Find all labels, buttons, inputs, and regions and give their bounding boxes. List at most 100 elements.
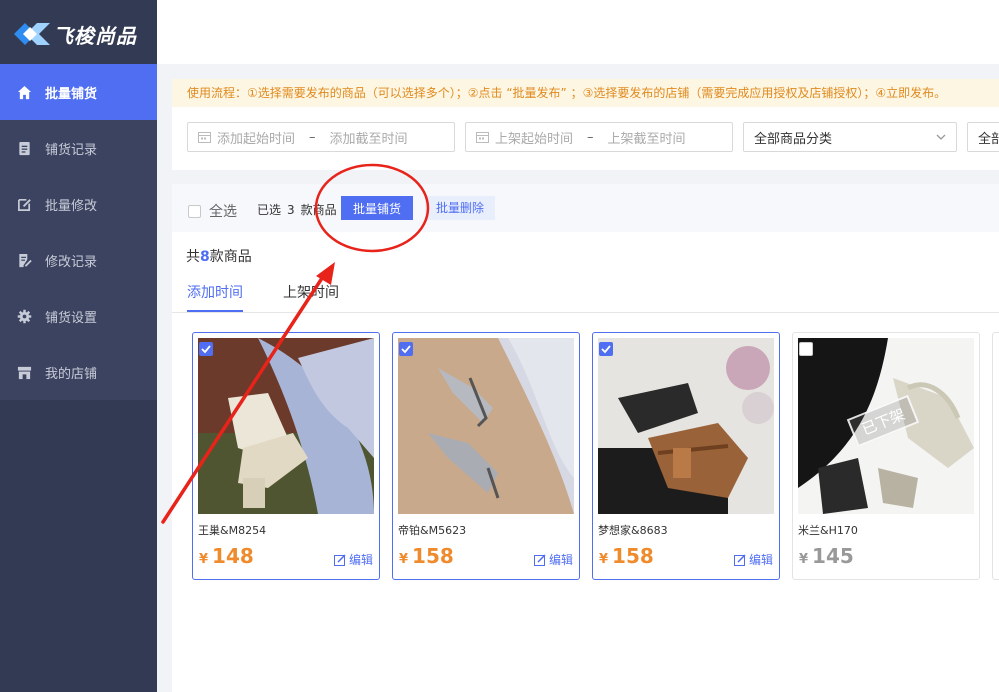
product-list-panel: 全选 已选 3 款商品 批量铺货 批量删除 共8款商品 添加时间 上架时间 王巢… [172,184,999,692]
sidebar-item-label: 铺货设置 [45,310,98,326]
sidebar-item-bulk-publish[interactable]: 批量铺货 [0,64,157,120]
sidebar-item-publish-settings[interactable]: 铺货设置 [0,288,157,344]
sidebar-item-my-store[interactable]: 我的店铺 [0,344,157,400]
edit-icon [733,553,746,566]
currency-symbol: ¥ [799,552,809,567]
product-card[interactable]: 王巢&M8254 ¥148 编辑 [192,332,380,580]
product-checkbox[interactable] [399,342,413,356]
sidebar-item-label: 修改记录 [45,254,98,270]
calendar-icon [198,132,211,143]
sidebar-item-bulk-edit[interactable]: 批量修改 [0,176,157,232]
calendar-icon [476,132,489,143]
currency-symbol: ¥ [399,552,409,567]
product-image [198,338,374,514]
check-icon [601,345,611,354]
store-icon [16,364,32,380]
filter-bar: 添加起始时间 – 添加截至时间 上架起始时间 – 上架截至时间 全部商品分类 全… [172,107,999,170]
total-count: 共8款商品 [186,246,252,266]
shelf-end-input[interactable]: 上架截至时间 [608,128,686,147]
edit-button[interactable]: 编辑 [733,551,773,568]
product-name: 王巢&M8254 [198,524,267,537]
sidebar: 飞梭尚品 批量铺货 铺货记录 批量修改 修改记录 铺货设置 我的店铺 [0,0,157,692]
add-start-input[interactable]: 添加起始时间 [217,128,295,147]
product-checkbox[interactable] [799,342,813,356]
bulk-delete-button[interactable]: 批量删除 [425,196,495,220]
sort-tabs: 添加时间 上架时间 [172,274,999,313]
product-image: 已下架 [798,338,974,514]
home-icon [16,84,32,100]
extra-select[interactable]: 全部 [967,122,999,152]
select-all-label: 全选 [209,204,237,220]
total-number: 8 [200,249,210,265]
product-name: 帝铂&M5623 [398,524,467,537]
product-checkbox[interactable] [199,342,213,356]
edit-button[interactable]: 编辑 [333,551,373,568]
top-header [157,0,999,64]
product-name: 米兰&H170 [798,524,858,537]
gear-icon [16,308,32,324]
add-time-range[interactable]: 添加起始时间 – 添加截至时间 [187,122,455,152]
price-value: 158 [612,544,654,568]
extra-select-value: 全部 [978,131,999,147]
chevron-down-icon [936,134,946,140]
total-suffix: 款商品 [209,249,252,265]
brand-name: 飞梭尚品 [53,24,137,48]
sidebar-nav: 批量铺货 铺货记录 批量修改 修改记录 铺货设置 我的店铺 [0,64,157,400]
product-card[interactable]: 梦想家&8683 ¥158 编辑 [592,332,780,580]
product-price: ¥158 [599,544,654,568]
edit-button[interactable]: 编辑 [533,551,573,568]
range-dash: – [587,129,594,145]
edit-box-icon [16,196,32,212]
price-value: 158 [412,544,454,568]
sidebar-item-label: 铺货记录 [45,142,98,158]
selected-count: 3 [287,203,295,217]
product-checkbox[interactable] [599,342,613,356]
sidebar-item-publish-records[interactable]: 铺货记录 [0,120,157,176]
usage-notice: 使用流程：①选择需要发布的商品（可以选择多个）；②点击 “批量发布” ；③选择要… [172,79,999,107]
select-all[interactable]: 全选 [188,201,237,221]
brand[interactable]: 飞梭尚品 [0,0,157,64]
shelf-time-range[interactable]: 上架起始时间 – 上架截至时间 [465,122,733,152]
bulk-publish-button[interactable]: 批量铺货 [341,196,413,220]
selected-prefix: 已选 [257,203,282,217]
sidebar-item-label: 批量修改 [45,198,98,214]
document-icon [16,140,32,156]
tab-shelf-time[interactable]: 上架时间 [283,282,339,310]
select-all-checkbox[interactable] [188,204,201,218]
category-select[interactable]: 全部商品分类 [743,122,957,152]
currency-symbol: ¥ [199,552,209,567]
total-prefix: 共 [186,249,200,265]
product-name: 梦想家&8683 [598,524,668,537]
add-end-input[interactable]: 添加截至时间 [330,128,408,147]
product-card[interactable]: 帝铂&M5623 ¥158 编辑 [392,332,580,580]
shelf-start-input[interactable]: 上架起始时间 [495,128,573,147]
check-icon [401,345,411,354]
bulk-action-bar: 全选 已选 3 款商品 批量铺货 批量删除 [172,184,999,232]
price-value: 145 [812,544,854,568]
sidebar-item-edit-records[interactable]: 修改记录 [0,232,157,288]
edit-icon [533,553,546,566]
edit-label: 编辑 [748,553,773,567]
edit-icon [333,553,346,566]
category-select-value: 全部商品分类 [754,131,833,147]
product-image [598,338,774,514]
main-content: 使用流程：①选择需要发布的商品（可以选择多个）；②点击 “批量发布” ；③选择要… [172,64,999,692]
selected-count-info: 已选 3 款商品 [257,201,337,218]
price-value: 148 [212,544,254,568]
product-image [398,338,574,514]
edit-label: 编辑 [348,553,373,567]
sidebar-item-label: 我的店铺 [45,366,98,382]
selected-suffix: 款商品 [300,203,337,217]
check-icon [201,345,211,354]
logo-icon [14,23,50,45]
product-card[interactable]: 已下架 米兰&H170 ¥145 [792,332,980,580]
product-price: ¥145 [799,544,854,568]
currency-symbol: ¥ [599,552,609,567]
product-card[interactable] [992,332,999,580]
tab-add-time[interactable]: 添加时间 [187,282,243,312]
product-price: ¥148 [199,544,254,568]
sidebar-item-label: 批量铺货 [45,86,98,102]
range-dash: – [309,129,316,145]
edit-label: 编辑 [548,553,573,567]
edit-document-icon [16,252,32,268]
